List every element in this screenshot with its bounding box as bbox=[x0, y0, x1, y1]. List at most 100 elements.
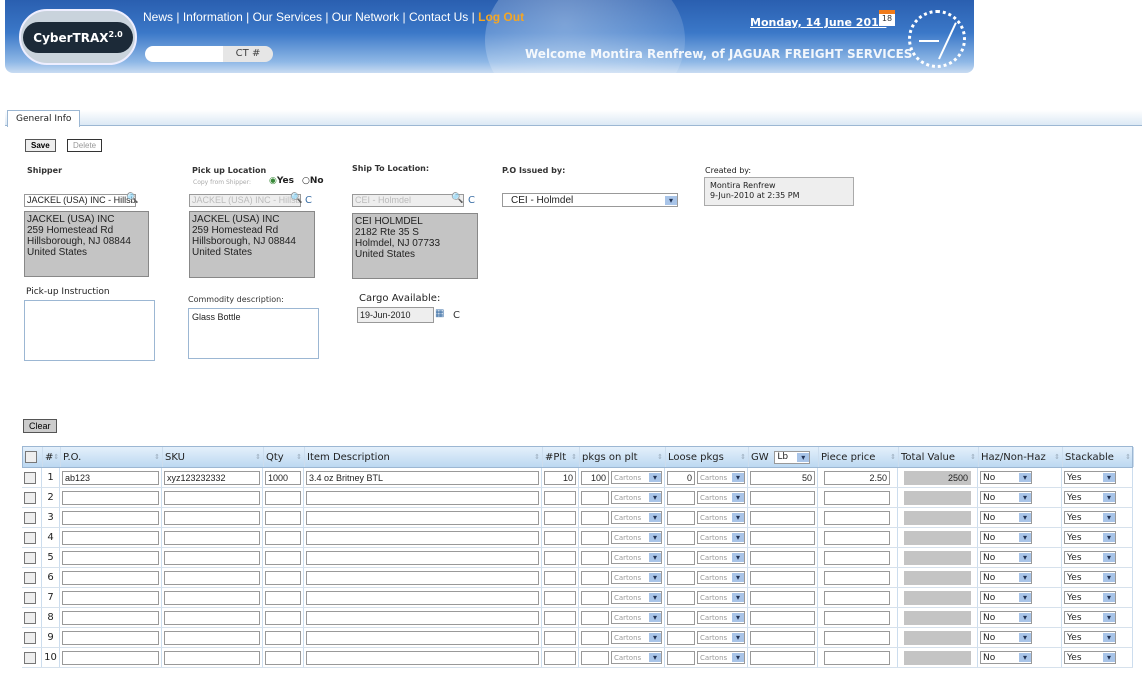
stackable-select[interactable]: Yes ▾ bbox=[1064, 531, 1116, 544]
po-input[interactable] bbox=[62, 490, 159, 505]
pkgs-unit-select[interactable]: Cartons ▾ bbox=[611, 591, 662, 604]
qty-input[interactable] bbox=[265, 570, 301, 585]
stackable-select[interactable]: Yes ▾ bbox=[1064, 471, 1116, 484]
piece-price-input[interactable] bbox=[824, 630, 890, 645]
col-pkgs-on-plt[interactable]: pkgs on plt bbox=[580, 447, 666, 467]
plt-input[interactable] bbox=[544, 470, 576, 485]
haz-select[interactable]: No ▾ bbox=[980, 471, 1032, 484]
haz-select[interactable]: No ▾ bbox=[980, 571, 1032, 584]
loose-unit-select[interactable]: Cartons ▾ bbox=[697, 591, 745, 604]
stackable-select[interactable]: Yes ▾ bbox=[1064, 551, 1116, 564]
delete-button[interactable]: Delete bbox=[67, 139, 103, 152]
plt-input[interactable] bbox=[544, 550, 576, 565]
piece-price-input[interactable] bbox=[824, 650, 890, 665]
haz-select[interactable]: No ▾ bbox=[980, 531, 1032, 544]
description-input[interactable] bbox=[306, 610, 539, 625]
plt-input[interactable] bbox=[544, 510, 576, 525]
haz-select[interactable]: No ▾ bbox=[980, 491, 1032, 504]
tab-general-info[interactable]: General Info bbox=[7, 110, 81, 127]
loose-pkgs-input[interactable] bbox=[667, 570, 695, 585]
pickup-input[interactable]: JACKEL (USA) INC - Hillsborough bbox=[189, 194, 301, 207]
select-all-checkbox[interactable] bbox=[25, 451, 37, 463]
description-input[interactable] bbox=[306, 630, 539, 645]
plt-input[interactable] bbox=[544, 610, 576, 625]
shipto-clear-button[interactable]: C bbox=[468, 195, 475, 206]
po-input[interactable] bbox=[62, 470, 159, 485]
loose-unit-select[interactable]: Cartons ▾ bbox=[697, 551, 745, 564]
row-checkbox[interactable] bbox=[24, 551, 36, 564]
po-input[interactable] bbox=[62, 530, 159, 545]
pkgs-on-plt-input[interactable] bbox=[581, 510, 609, 525]
loose-unit-select[interactable]: Cartons ▾ bbox=[697, 491, 745, 504]
piece-price-input[interactable] bbox=[824, 490, 890, 505]
col-total-value[interactable]: Total Value bbox=[899, 447, 979, 467]
po-input[interactable] bbox=[62, 570, 159, 585]
col-haz[interactable]: Haz/Non-Haz bbox=[979, 447, 1063, 467]
shipper-input[interactable]: JACKEL (USA) INC - Hillsborough bbox=[24, 194, 136, 207]
cargo-clear-button[interactable]: C bbox=[453, 310, 460, 321]
piece-price-input[interactable] bbox=[824, 610, 890, 625]
stackable-select[interactable]: Yes ▾ bbox=[1064, 651, 1116, 664]
nav-information[interactable]: Information bbox=[183, 10, 243, 24]
description-input[interactable] bbox=[306, 650, 539, 665]
nav-contact-us[interactable]: Contact Us bbox=[409, 10, 468, 24]
piece-price-input[interactable] bbox=[824, 570, 890, 585]
row-checkbox[interactable] bbox=[24, 531, 36, 544]
col-qty[interactable]: Qty bbox=[264, 447, 305, 467]
pkgs-on-plt-input[interactable] bbox=[581, 650, 609, 665]
col-stackable[interactable]: Stackable bbox=[1063, 447, 1134, 467]
gw-input[interactable] bbox=[750, 630, 815, 645]
piece-price-input[interactable] bbox=[824, 590, 890, 605]
plt-input[interactable] bbox=[544, 630, 576, 645]
loose-pkgs-input[interactable] bbox=[667, 590, 695, 605]
qty-input[interactable] bbox=[265, 470, 301, 485]
po-input[interactable] bbox=[62, 590, 159, 605]
gw-input[interactable] bbox=[750, 590, 815, 605]
qty-input[interactable] bbox=[265, 550, 301, 565]
sku-input[interactable] bbox=[164, 590, 260, 605]
ct-search-input[interactable] bbox=[145, 46, 223, 62]
pkgs-unit-select[interactable]: Cartons ▾ bbox=[611, 491, 662, 504]
plt-input[interactable] bbox=[544, 590, 576, 605]
stackable-select[interactable]: Yes ▾ bbox=[1064, 511, 1116, 524]
gw-input[interactable] bbox=[750, 650, 815, 665]
pkgs-on-plt-input[interactable] bbox=[581, 530, 609, 545]
haz-select[interactable]: No ▾ bbox=[980, 611, 1032, 624]
pkgs-unit-select[interactable]: Cartons ▾ bbox=[611, 571, 662, 584]
qty-input[interactable] bbox=[265, 610, 301, 625]
sku-input[interactable] bbox=[164, 530, 260, 545]
gw-input[interactable] bbox=[750, 470, 815, 485]
loose-pkgs-input[interactable] bbox=[667, 530, 695, 545]
pkgs-on-plt-input[interactable] bbox=[581, 630, 609, 645]
loose-unit-select[interactable]: Cartons ▾ bbox=[697, 511, 745, 524]
po-input[interactable] bbox=[62, 510, 159, 525]
sku-input[interactable] bbox=[164, 470, 260, 485]
sku-input[interactable] bbox=[164, 650, 260, 665]
logo[interactable]: CyberTRAX2.0 bbox=[19, 9, 137, 65]
haz-select[interactable]: No ▾ bbox=[980, 631, 1032, 644]
pkgs-unit-select[interactable]: Cartons ▾ bbox=[611, 471, 662, 484]
col-loose-pkgs[interactable]: Loose pkgs bbox=[666, 447, 749, 467]
nav-our-services[interactable]: Our Services bbox=[253, 10, 322, 24]
description-input[interactable] bbox=[306, 490, 539, 505]
loose-pkgs-input[interactable] bbox=[667, 490, 695, 505]
gw-input[interactable] bbox=[750, 530, 815, 545]
loose-unit-select[interactable]: Cartons ▾ bbox=[697, 571, 745, 584]
loose-unit-select[interactable]: Cartons ▾ bbox=[697, 471, 745, 484]
loose-unit-select[interactable]: Cartons ▾ bbox=[697, 611, 745, 624]
sku-input[interactable] bbox=[164, 570, 260, 585]
po-input[interactable] bbox=[62, 610, 159, 625]
description-input[interactable] bbox=[306, 590, 539, 605]
loose-unit-select[interactable]: Cartons ▾ bbox=[697, 531, 745, 544]
current-date[interactable]: Monday, 14 June 2010 bbox=[750, 16, 886, 29]
row-checkbox[interactable] bbox=[24, 511, 36, 524]
gw-unit-select[interactable]: Lb ▾ bbox=[774, 450, 811, 464]
nav-news[interactable]: News bbox=[143, 10, 173, 24]
plt-input[interactable] bbox=[544, 490, 576, 505]
loose-pkgs-input[interactable] bbox=[667, 650, 695, 665]
po-input[interactable] bbox=[62, 650, 159, 665]
stackable-select[interactable]: Yes ▾ bbox=[1064, 491, 1116, 504]
sku-input[interactable] bbox=[164, 550, 260, 565]
haz-select[interactable]: No ▾ bbox=[980, 551, 1032, 564]
loose-pkgs-input[interactable] bbox=[667, 550, 695, 565]
